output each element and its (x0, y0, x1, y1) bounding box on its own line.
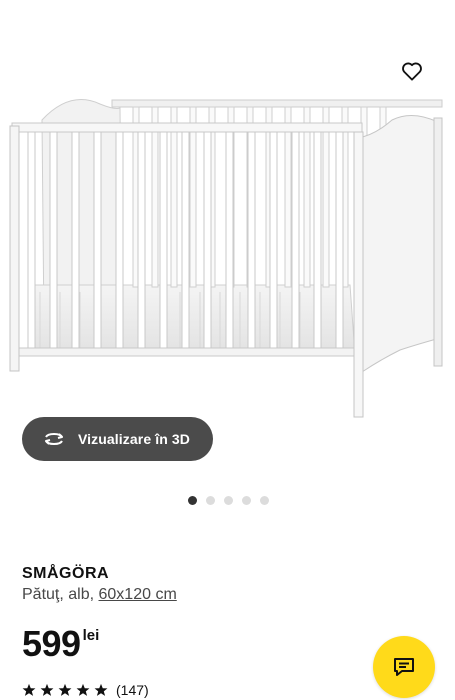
pagination-dot[interactable] (242, 496, 251, 505)
star-icon (40, 683, 54, 696)
product-size-link[interactable]: 60x120 cm (99, 586, 177, 603)
heart-outline-icon (402, 62, 422, 81)
star-icon (94, 683, 108, 696)
view-3d-label: Vizualizare în 3D (78, 431, 190, 447)
image-pagination-dots[interactable] (188, 496, 269, 505)
product-image[interactable] (0, 80, 455, 430)
pagination-dot[interactable] (206, 496, 215, 505)
chat-bubble-icon (394, 658, 414, 676)
price-value: 599 (22, 623, 81, 664)
product-type-color: Pătuţ, alb, (22, 586, 99, 603)
product-name: SMÅGÖRA (22, 565, 110, 582)
product-info: SMÅGÖRA Pătuţ, alb, 60x120 cm (22, 565, 442, 604)
chat-button[interactable] (373, 636, 435, 698)
pagination-dot[interactable] (260, 496, 269, 505)
product-price: 599 lei (22, 624, 99, 664)
price-currency: lei (82, 627, 100, 644)
product-description: Pătuţ, alb, 60x120 cm (22, 586, 442, 604)
star-icon (58, 683, 72, 696)
pagination-dot[interactable] (224, 496, 233, 505)
rating-stars (22, 683, 108, 697)
review-count: (147) (116, 682, 149, 698)
favorite-button[interactable] (396, 55, 428, 87)
view-3d-button[interactable]: Vizualizare în 3D (22, 417, 213, 461)
star-icon (76, 683, 90, 696)
pagination-dot[interactable] (188, 496, 197, 505)
star-icon (22, 683, 36, 696)
rotate-3d-icon (42, 430, 66, 448)
product-gallery[interactable]: Vizualizare în 3D (0, 0, 455, 530)
product-rating[interactable]: (147) (22, 682, 149, 698)
